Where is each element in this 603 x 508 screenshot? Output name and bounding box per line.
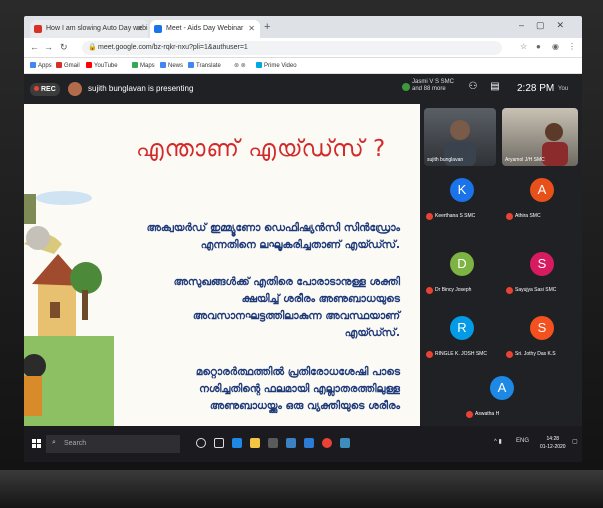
tab-label: Meet - Aids Day Webinar	[166, 25, 244, 32]
windows-start-icon[interactable]	[32, 439, 42, 449]
address-bar[interactable]: 🔒 meet.google.com/bz-rqkr-nxu?pli=1&auth…	[82, 41, 502, 55]
bookmark-youtube[interactable]: YouTube	[86, 62, 118, 69]
presenter-avatar	[68, 82, 82, 96]
avatar: S	[530, 316, 554, 340]
url-text: meet.google.com/bz-rqkr-nxu?pli=1&authus…	[98, 44, 248, 51]
bookmark-prime[interactable]: Prime Video	[256, 62, 297, 69]
file-explorer-icon[interactable]	[250, 438, 260, 448]
bookmarks-bar: Apps Gmail YouTube Maps News Translate ⊗…	[24, 58, 582, 74]
back-icon[interactable]: ←	[30, 42, 39, 52]
meet-icon	[154, 25, 162, 33]
search-icon: ⌕	[52, 439, 56, 446]
windows-taskbar: ⌕ Search ^ ▮ ENG 14:28 01-12-2020 ▢	[24, 426, 582, 462]
participants-icon[interactable]: ⚇	[464, 81, 482, 97]
avatar	[402, 83, 410, 91]
mic-off-icon	[506, 287, 513, 294]
slide-paragraph: മറ്റൊരർത്ഥത്തിൽ പ്രതിരോധശേഷി പാടെ നശിച്ച…	[195, 366, 400, 412]
mic-off-icon	[426, 213, 433, 220]
gmail-icon	[34, 25, 42, 33]
menu-icon[interactable]: ⋮	[568, 42, 576, 51]
participant-tile[interactable]: D Dr Bincy Joseph	[422, 248, 502, 310]
lock-icon: 🔒	[88, 44, 97, 51]
taskbar-search-input[interactable]: ⌕ Search	[46, 435, 180, 453]
participant-tile[interactable]: A Athira SMC	[502, 174, 582, 236]
participant-tile[interactable]: S Sri. Jothy Das K.S	[502, 312, 582, 374]
extension-icon[interactable]: ●	[536, 42, 541, 51]
edge-icon[interactable]	[232, 438, 242, 448]
avatar: D	[450, 252, 474, 276]
chat-icon[interactable]: ▤	[486, 81, 504, 97]
avatar: A	[490, 376, 514, 400]
tab-label: How I am slowing Auto Day webi	[46, 25, 148, 32]
bookmark-apps[interactable]: Apps	[30, 62, 52, 69]
bookmark-news[interactable]: News	[160, 62, 183, 69]
slide-paragraph: അക്വയർഡ് ഇമ്മ്യൂണോ ഡെഫിഷ്യൻസി സിൻഡ്രോം എ…	[146, 222, 400, 251]
slide-illustration	[24, 191, 114, 426]
mic-off-icon	[506, 213, 513, 220]
presenting-text: sujith bunglavan is presenting	[88, 84, 194, 93]
notification-icon[interactable]: ▢	[572, 438, 578, 445]
screen: How I am slowing Auto Day webi ✕ Meet - …	[24, 16, 582, 462]
chrome-icon[interactable]	[322, 438, 332, 448]
tab-meet[interactable]: Meet - Aids Day Webinar ✕	[150, 20, 260, 38]
tab-strip: How I am slowing Auto Day webi ✕ Meet - …	[24, 16, 582, 38]
avatar: A	[530, 178, 554, 202]
laptop-base	[0, 470, 603, 508]
mic-off-icon	[426, 287, 433, 294]
participant-tile[interactable]: A Aswatha H	[462, 372, 542, 434]
forward-icon[interactable]: →	[44, 42, 53, 52]
star-icon[interactable]: ☆	[520, 42, 527, 51]
participants-info[interactable]: Jasmi V S SMC and 88 more	[402, 79, 454, 93]
avatar: R	[450, 316, 474, 340]
taskbar-clock[interactable]: 14:28 01-12-2020	[540, 435, 566, 451]
language-indicator[interactable]: ENG	[516, 438, 529, 444]
participant-tile[interactable]: K Keerthana S SMC	[422, 174, 502, 236]
tray-icons[interactable]: ^ ▮	[494, 438, 502, 445]
participants-panel: sujith bunglavan Aryamol J/H SMC K Keert…	[420, 104, 582, 426]
record-dot-icon	[34, 86, 39, 91]
presented-slide: എന്താണ് എയ്ഡ്സ് ? അക്വയർഡ് ഇമ്മ്യൂണോ ഡെഫ…	[24, 104, 420, 426]
meet-header: REC sujith bunglavan is presenting Jasmi…	[24, 74, 582, 104]
video-tile[interactable]: sujith bunglavan	[424, 108, 496, 166]
mic-off-icon	[426, 351, 433, 358]
reload-icon[interactable]: ↻	[60, 42, 68, 53]
avatar: K	[450, 178, 474, 202]
bookmark-gmail[interactable]: Gmail	[56, 62, 80, 69]
app-icon[interactable]	[340, 438, 350, 448]
tab-gmail[interactable]: How I am slowing Auto Day webi ✕	[30, 20, 148, 38]
bookmark-icons[interactable]: ⊗ ⊗	[234, 62, 246, 69]
bookmark-translate[interactable]: Translate	[188, 62, 221, 69]
slide-title: എന്താണ് എയ്ഡ്സ് ?	[136, 136, 387, 162]
mic-off-icon	[506, 351, 513, 358]
mail-icon[interactable]	[286, 438, 296, 448]
avatar: S	[530, 252, 554, 276]
store-icon[interactable]	[268, 438, 278, 448]
you-label: You	[558, 86, 569, 92]
video-tile[interactable]: Aryamol J/H SMC	[502, 108, 578, 166]
participant-tile[interactable]: R RINGLE K. JOSH SMC	[422, 312, 502, 374]
window-controls[interactable]: –▢✕	[519, 20, 576, 31]
close-icon[interactable]: ✕	[248, 24, 255, 33]
mic-off-icon	[466, 411, 473, 418]
navigation-bar: ← → ↻ 🔒 meet.google.com/bz-rqkr-nxu?pli=…	[24, 38, 582, 58]
close-icon[interactable]: ✕	[136, 24, 143, 33]
recording-badge: REC	[30, 83, 60, 96]
cortana-icon[interactable]	[196, 438, 206, 448]
slide-paragraph: അസുഖങ്ങൾക്ക് എതിരെ പോരാടാനുള്ള ശക്തി ക്ഷ…	[173, 276, 400, 339]
meeting-time: 2:28 PM	[517, 83, 555, 94]
bookmark-maps[interactable]: Maps	[132, 62, 155, 69]
word-icon[interactable]	[304, 438, 314, 448]
task-view-icon[interactable]	[214, 438, 224, 448]
profile-icon[interactable]: ◉	[552, 42, 559, 51]
participant-tile[interactable]: S Sayujya Sasi SMC	[502, 248, 582, 310]
new-tab-icon[interactable]: +	[264, 21, 270, 33]
